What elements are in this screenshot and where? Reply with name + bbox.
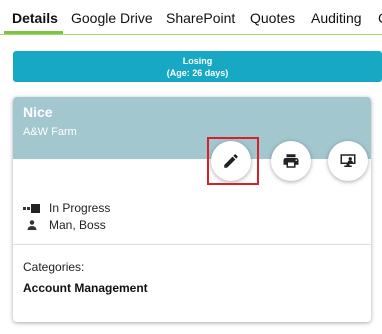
tab-auditing[interactable]: Auditing — [311, 10, 362, 26]
status-banner: Losing (Age: 26 days) — [13, 51, 382, 82]
active-tab-indicator — [4, 31, 63, 34]
status-text: In Progress — [49, 201, 111, 215]
opportunity-card: Nice A&W Farm In Progress Man, Boss Cate… — [13, 97, 371, 322]
pencil-icon — [224, 154, 238, 168]
tab-bar-divider — [0, 34, 382, 35]
owner-text: Man, Boss — [49, 218, 106, 232]
tab-bar: Details Google Drive SharePoint Quotes A… — [0, 0, 382, 36]
printer-icon — [283, 154, 299, 168]
card-subtitle: A&W Farm — [23, 126, 77, 138]
card-header: Nice A&W Farm — [13, 97, 371, 159]
tab-sharepoint[interactable]: SharePoint — [166, 10, 235, 26]
desktop-user-button[interactable] — [328, 141, 368, 181]
tab-google-drive[interactable]: Google Drive — [71, 10, 153, 26]
tab-quotes[interactable]: Quotes — [250, 10, 295, 26]
edit-button[interactable] — [211, 141, 251, 181]
owner-row: Man, Boss — [23, 218, 106, 232]
status-banner-age: (Age: 26 days) — [166, 68, 229, 78]
category-value: Account Management — [23, 281, 148, 295]
card-title: Nice — [23, 104, 53, 120]
status-dots-icon — [23, 201, 41, 215]
tab-details[interactable]: Details — [12, 10, 58, 26]
person-icon — [23, 218, 41, 232]
card-divider — [13, 244, 371, 245]
status-row: In Progress — [23, 201, 110, 215]
categories-label: Categories: — [23, 260, 85, 274]
status-banner-title: Losing — [182, 56, 213, 66]
desktop-user-icon — [340, 154, 356, 167]
print-button[interactable] — [271, 141, 311, 181]
tab-overflow[interactable]: C — [378, 10, 382, 26]
